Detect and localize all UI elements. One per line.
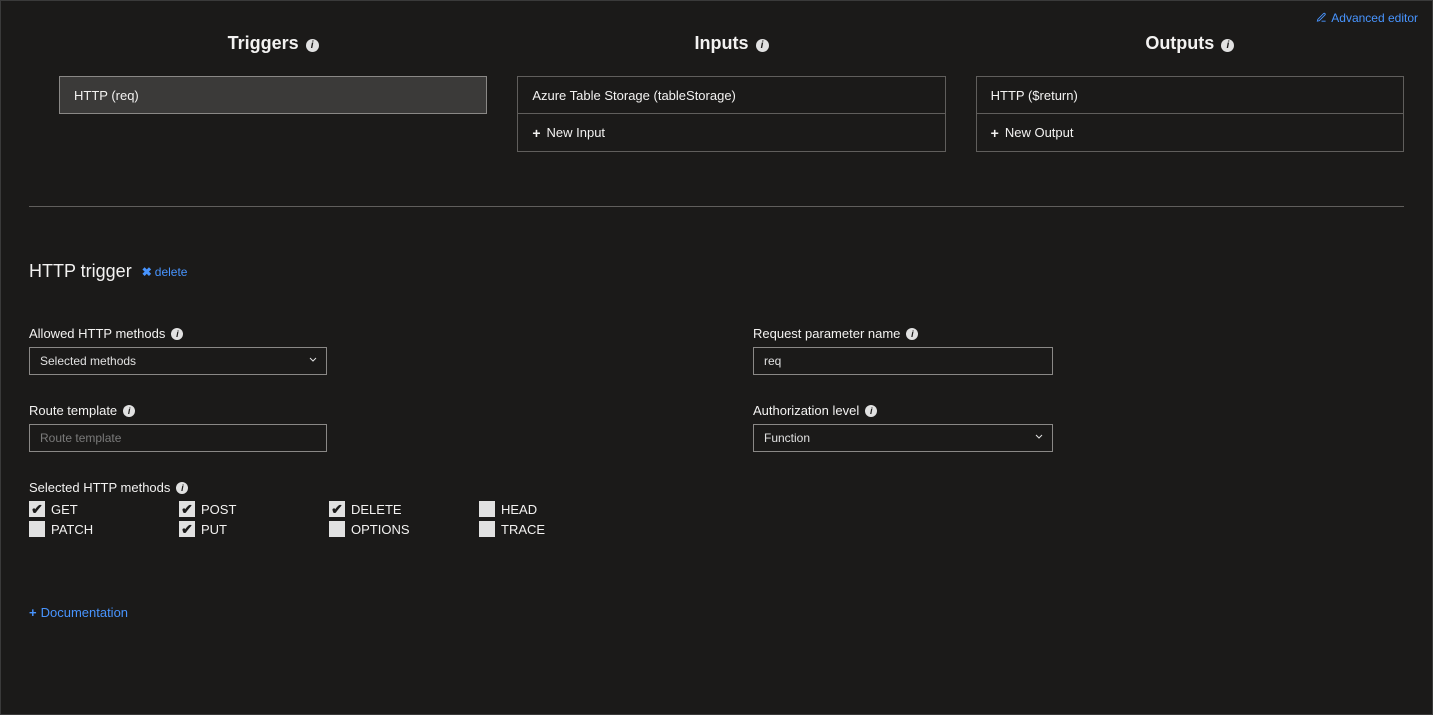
checkbox-icon: ✔ bbox=[29, 521, 45, 537]
info-icon: i bbox=[306, 39, 319, 52]
output-item[interactable]: HTTP ($return) bbox=[976, 76, 1404, 114]
method-checkbox-head[interactable]: ✔ HEAD bbox=[479, 501, 629, 517]
add-output-label: New Output bbox=[1005, 125, 1074, 140]
route-template-label: Route template i bbox=[29, 403, 649, 418]
selected-methods-label: Selected HTTP methods i bbox=[29, 480, 649, 495]
edit-icon bbox=[1316, 11, 1329, 25]
delete-label: delete bbox=[155, 265, 188, 279]
info-icon: i bbox=[171, 328, 183, 340]
method-label: DELETE bbox=[351, 502, 402, 517]
method-label: POST bbox=[201, 502, 236, 517]
auth-level-label: Authorization level i bbox=[753, 403, 1093, 418]
method-checkbox-put[interactable]: ✔ PUT bbox=[179, 521, 329, 537]
outputs-heading: Outputs i bbox=[976, 33, 1404, 54]
method-checkbox-get[interactable]: ✔ GET bbox=[29, 501, 179, 517]
method-checkbox-delete[interactable]: ✔ DELETE bbox=[329, 501, 479, 517]
trigger-item[interactable]: HTTP (req) bbox=[59, 76, 487, 114]
allowed-methods-select[interactable]: Selected methods bbox=[29, 347, 327, 375]
documentation-link[interactable]: + Documentation bbox=[29, 605, 128, 620]
method-label: PUT bbox=[201, 522, 227, 537]
input-item[interactable]: Azure Table Storage (tableStorage) bbox=[517, 76, 945, 114]
info-icon: i bbox=[123, 405, 135, 417]
checkbox-icon: ✔ bbox=[329, 521, 345, 537]
checkbox-icon: ✔ bbox=[179, 501, 195, 517]
allowed-methods-label: Allowed HTTP methods i bbox=[29, 326, 649, 341]
add-input-button[interactable]: + New Input bbox=[517, 114, 945, 152]
method-label: TRACE bbox=[501, 522, 545, 537]
info-icon: i bbox=[865, 405, 877, 417]
checkbox-icon: ✔ bbox=[479, 521, 495, 537]
delete-link[interactable]: ✖ delete bbox=[142, 265, 188, 279]
info-icon: i bbox=[756, 39, 769, 52]
request-param-input[interactable] bbox=[753, 347, 1053, 375]
detail-title: HTTP trigger bbox=[29, 261, 132, 282]
advanced-editor-link[interactable]: Advanced editor bbox=[1316, 11, 1418, 25]
input-item-label: Azure Table Storage (tableStorage) bbox=[532, 88, 736, 103]
info-icon: i bbox=[1221, 39, 1234, 52]
divider bbox=[29, 206, 1404, 207]
checkbox-icon: ✔ bbox=[179, 521, 195, 537]
documentation-label: Documentation bbox=[41, 605, 128, 620]
method-checkbox-trace[interactable]: ✔ TRACE bbox=[479, 521, 629, 537]
triggers-heading: Triggers i bbox=[59, 33, 487, 54]
method-label: OPTIONS bbox=[351, 522, 410, 537]
plus-icon: + bbox=[991, 125, 999, 141]
plus-icon: + bbox=[29, 605, 37, 620]
plus-icon: + bbox=[532, 125, 540, 141]
method-checkbox-patch[interactable]: ✔ PATCH bbox=[29, 521, 179, 537]
add-output-button[interactable]: + New Output bbox=[976, 114, 1404, 152]
method-label: HEAD bbox=[501, 502, 537, 517]
output-item-label: HTTP ($return) bbox=[991, 88, 1078, 103]
method-label: PATCH bbox=[51, 522, 93, 537]
advanced-editor-label: Advanced editor bbox=[1331, 11, 1418, 25]
info-icon: i bbox=[906, 328, 918, 340]
trigger-item-label: HTTP (req) bbox=[74, 88, 139, 103]
method-checkbox-options[interactable]: ✔ OPTIONS bbox=[329, 521, 479, 537]
method-label: GET bbox=[51, 502, 78, 517]
method-checkbox-post[interactable]: ✔ POST bbox=[179, 501, 329, 517]
request-param-label: Request parameter name i bbox=[753, 326, 1093, 341]
close-icon: ✖ bbox=[142, 265, 152, 279]
checkbox-icon: ✔ bbox=[29, 501, 45, 517]
add-input-label: New Input bbox=[547, 125, 606, 140]
route-template-input[interactable] bbox=[29, 424, 327, 452]
inputs-heading: Inputs i bbox=[517, 33, 945, 54]
checkbox-icon: ✔ bbox=[329, 501, 345, 517]
info-icon: i bbox=[176, 482, 188, 494]
checkbox-icon: ✔ bbox=[479, 501, 495, 517]
auth-level-select[interactable]: Function bbox=[753, 424, 1053, 452]
